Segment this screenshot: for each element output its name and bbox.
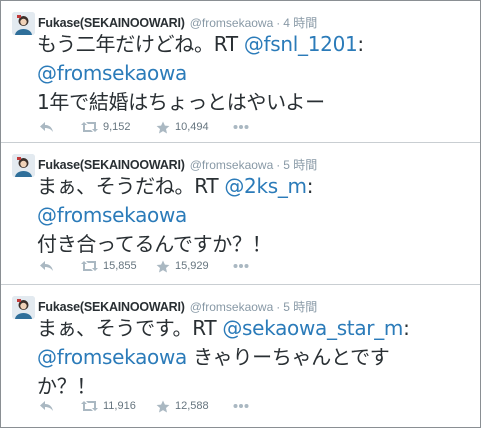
star-icon	[156, 121, 170, 133]
tweet-line: @fromsekaowa きゃりーちゃんとです	[37, 343, 477, 372]
text-segment: 1年で結婚はちょっとはやいよー	[37, 90, 325, 114]
tweet-line: 付き合ってるんですか？！	[37, 230, 477, 259]
tweet-header: Fukase(SEKAINOOWARI) @fromsekaowa · 5 時間	[38, 298, 317, 314]
tweet-timeline: Fukase(SEKAINOOWARI) @fromsekaowa · 4 時間…	[0, 0, 481, 428]
avatar[interactable]	[12, 154, 35, 177]
timestamp[interactable]: 5 時間	[283, 298, 317, 315]
reply-icon	[40, 261, 53, 271]
mention-link[interactable]: @fromsekaowa	[37, 61, 187, 85]
tweet-line: @fromsekaowa	[37, 59, 477, 88]
more-button[interactable]	[233, 257, 249, 275]
reply-button[interactable]	[39, 397, 54, 415]
more-icon	[233, 404, 249, 408]
retweet-icon	[81, 401, 98, 411]
text-segment: :	[306, 174, 314, 198]
text-segment: きゃりーちゃんとです	[187, 345, 390, 369]
username[interactable]: @fromsekaowa	[190, 300, 274, 314]
mention-link[interactable]: @fromsekaowa	[37, 203, 187, 227]
tweet-line: @fromsekaowa	[37, 201, 477, 230]
text-segment: まぁ、そうだね。RT	[37, 174, 225, 198]
timestamp[interactable]: 5 時間	[283, 156, 317, 173]
reply-icon	[40, 401, 53, 411]
retweet-count: 15,855	[103, 260, 137, 272]
text-segment: :	[403, 316, 410, 340]
star-icon	[156, 400, 170, 412]
retweet-icon	[81, 261, 98, 271]
username[interactable]: @fromsekaowa	[190, 158, 274, 172]
more-icon	[233, 125, 249, 129]
retweet-count: 11,916	[103, 400, 136, 412]
favorite-button[interactable]: 12,588	[156, 397, 209, 415]
text-segment: もう二年だけどね。RT	[37, 32, 244, 56]
favorite-count: 10,494	[175, 121, 209, 133]
mention-link[interactable]: @fsnl_1201	[244, 32, 358, 56]
retweet-button[interactable]: 9,152	[81, 118, 131, 136]
retweet-icon	[81, 122, 98, 132]
tweet-line: 1年で結婚はちょっとはやいよー	[37, 88, 477, 117]
favorite-button[interactable]: 10,494	[156, 118, 209, 136]
retweet-button[interactable]: 15,855	[81, 257, 137, 275]
tweet[interactable]: Fukase(SEKAINOOWARI) @fromsekaowa · 5 時間…	[1, 143, 480, 285]
tweet-line: もう二年だけどね。RT @fsnl_1201:	[37, 30, 477, 59]
avatar[interactable]	[12, 296, 35, 319]
reply-button[interactable]	[39, 257, 54, 275]
star-icon	[156, 260, 170, 272]
retweet-count: 9,152	[103, 121, 131, 133]
more-button[interactable]	[233, 118, 249, 136]
separator: ·	[276, 16, 281, 30]
tweet[interactable]: Fukase(SEKAINOOWARI) @fromsekaowa · 4 時間…	[1, 1, 480, 143]
display-name[interactable]: Fukase(SEKAINOOWARI)	[38, 158, 185, 172]
more-icon	[233, 264, 249, 268]
text-segment: 付き合ってるんですか？！	[37, 232, 272, 256]
retweet-button[interactable]: 11,916	[81, 397, 136, 415]
tweet-text: まぁ、そうだね。RT @2ks_m: @fromsekaowa 付き合ってるんで…	[37, 172, 477, 259]
mention-link[interactable]: @fromsekaowa	[37, 345, 187, 369]
username[interactable]: @fromsekaowa	[190, 16, 274, 30]
favorite-count: 12,588	[175, 400, 209, 412]
tweet-header: Fukase(SEKAINOOWARI) @fromsekaowa · 5 時間	[38, 156, 317, 172]
display-name[interactable]: Fukase(SEKAINOOWARI)	[38, 16, 185, 30]
favorite-button[interactable]: 15,929	[156, 257, 209, 275]
reply-button[interactable]	[39, 118, 54, 136]
tweet[interactable]: Fukase(SEKAINOOWARI) @fromsekaowa · 5 時間…	[1, 285, 480, 427]
tweet-text: もう二年だけどね。RT @fsnl_1201: @fromsekaowa 1年で…	[37, 30, 477, 117]
text-segment: :	[357, 32, 364, 56]
tweet-text: まぁ、そうです。RT @sekaowa_star_m: @fromsekaowa…	[37, 314, 477, 401]
mention-link[interactable]: @2ks_m	[224, 174, 307, 198]
reply-icon	[40, 122, 53, 132]
text-segment: か？！	[37, 374, 97, 398]
text-segment: まぁ、そうです。RT	[37, 316, 223, 340]
separator: ·	[276, 300, 281, 314]
display-name[interactable]: Fukase(SEKAINOOWARI)	[38, 300, 185, 314]
favorite-count: 15,929	[175, 260, 209, 272]
avatar[interactable]	[12, 12, 35, 35]
tweet-line: まぁ、そうです。RT @sekaowa_star_m:	[37, 314, 477, 343]
tweet-line: まぁ、そうだね。RT @2ks_m:	[37, 172, 477, 201]
tweet-header: Fukase(SEKAINOOWARI) @fromsekaowa · 4 時間	[38, 14, 317, 30]
separator: ·	[276, 158, 281, 172]
mention-link[interactable]: @sekaowa_star_m	[222, 316, 403, 340]
more-button[interactable]	[233, 397, 249, 415]
timestamp[interactable]: 4 時間	[283, 14, 317, 31]
